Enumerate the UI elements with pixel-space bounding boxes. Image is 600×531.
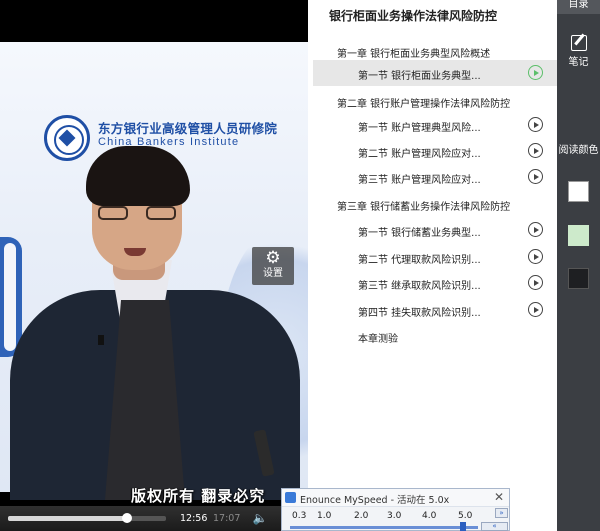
play-icon[interactable]: [528, 275, 543, 290]
speed-up-button[interactable]: »: [495, 508, 508, 518]
item-label: 第一节 账户管理典型风险...: [358, 123, 481, 134]
play-icon[interactable]: [528, 249, 543, 264]
item-label: 第三章 银行储蓄业务操作法律风险防控: [337, 202, 511, 213]
course-title: 银行柜面业务操作法律风险防控: [329, 9, 498, 23]
item-label: 本章测验: [358, 334, 398, 345]
play-icon[interactable]: [528, 169, 543, 184]
lapel-mic: [98, 335, 104, 345]
app-icon: [285, 492, 296, 503]
settings-button[interactable]: ⚙ 设置: [252, 247, 294, 285]
read-color-label: 阅读颜色: [558, 145, 599, 156]
speaker-glasses: [98, 206, 176, 220]
item-label: 第二节 代理取款风险识别...: [358, 255, 481, 266]
speed-slider[interactable]: [290, 526, 478, 529]
chapter-item[interactable]: 第三章 银行储蓄业务操作法律风险防控: [308, 191, 557, 217]
speaker-icon: 🔈: [252, 511, 268, 525]
chapter-item[interactable]: 第二章 银行账户管理操作法律风险防控: [308, 88, 557, 114]
speed-tick-label: 2.0: [354, 511, 369, 521]
item-label: 第一章 银行柜面业务典型风险概述: [337, 49, 491, 60]
speed-down-button[interactable]: «: [481, 522, 508, 531]
section-item[interactable]: 第二节 代理取款风险识别...: [308, 244, 557, 270]
section-item[interactable]: 第一节 银行储蓄业务典型...: [308, 217, 557, 243]
copyright-watermark: 版权所有 翻录必究: [131, 487, 266, 505]
edit-note-icon[interactable]: [571, 35, 587, 51]
speed-scale: 0.3 1.0 2.0 3.0 4.0 5.0: [282, 511, 482, 523]
speed-tick-label: 4.0: [422, 511, 437, 521]
color-swatch-green[interactable]: [568, 225, 589, 246]
speed-titlebar: Enounce MySpeed - 活动在 5.0x ✕: [282, 489, 509, 507]
item-label: 第一节 银行柜面业务典型...: [358, 71, 481, 82]
progress-handle[interactable]: [122, 513, 133, 523]
notes-button[interactable]: 笔记: [557, 53, 600, 68]
chapter-list: 银行柜面业务操作法律风险防控 第一章 银行柜面业务典型风险概述第一节 银行柜面业…: [308, 0, 557, 531]
speed-slider-thumb[interactable]: [460, 522, 466, 531]
speed-tick-label: 1.0: [317, 511, 332, 521]
section-item[interactable]: 第三节 继承取款风险识别...: [308, 270, 557, 296]
progress-bar[interactable]: [8, 513, 166, 523]
speed-tick-label: 5.0: [458, 511, 473, 521]
speed-tick-label: 0.3: [292, 511, 307, 521]
item-label: 第二章 银行账户管理操作法律风险防控: [337, 99, 511, 110]
play-icon[interactable]: [528, 65, 543, 80]
speed-title: Enounce MySpeed - 活动在 5.0x: [300, 495, 450, 506]
item-label: 第三节 继承取款风险识别...: [358, 281, 481, 292]
play-icon[interactable]: [528, 117, 543, 132]
institute-name-cn: 东方银行业高级管理人员研修院: [98, 121, 278, 136]
current-time: 12:56: [180, 513, 208, 524]
play-icon[interactable]: [528, 143, 543, 158]
item-label: 第四节 挂失取款风险识别...: [358, 308, 481, 319]
speaker: [0, 140, 308, 500]
video-player[interactable]: 东方银行业高级管理人员研修院 China Bankers Institute ⚙…: [0, 0, 308, 531]
section-item[interactable]: 本章测验: [308, 323, 557, 349]
close-button[interactable]: ✕: [494, 490, 504, 504]
color-swatch-black[interactable]: [568, 268, 589, 289]
speed-control-window: Enounce MySpeed - 活动在 5.0x ✕ 0.3 1.0 2.0 3.…: [281, 488, 510, 531]
section-item[interactable]: 第四节 挂失取款风险识别...: [308, 297, 557, 323]
gear-icon: ⚙: [265, 248, 281, 268]
progress-fill: [8, 516, 128, 521]
volume-button[interactable]: 🔈: [248, 511, 272, 527]
item-label: 第一节 银行储蓄业务典型...: [358, 228, 481, 239]
section-item[interactable]: 第二节 账户管理风险应对...: [308, 138, 557, 164]
settings-label: 设置: [263, 268, 283, 279]
speaker-hair: [86, 146, 190, 206]
item-label: 第二节 账户管理风险应对...: [358, 149, 481, 160]
play-icon[interactable]: [528, 302, 543, 317]
play-icon[interactable]: [528, 222, 543, 237]
color-swatch-white[interactable]: [568, 181, 589, 202]
item-label: 第三节 账户管理风险应对...: [358, 175, 481, 186]
tab-toc[interactable]: 目录: [557, 0, 600, 14]
section-item[interactable]: 第一节 银行柜面业务典型...: [313, 60, 557, 86]
total-time: 17:07: [213, 513, 241, 524]
player-controls: 12:56 17:07 🔈: [0, 506, 308, 531]
section-item[interactable]: 第一节 账户管理典型风险...: [308, 112, 557, 138]
speed-tick-label: 3.0: [387, 511, 402, 521]
right-sidebar: 目录 笔记 阅读颜色: [557, 0, 600, 531]
section-item[interactable]: 第三节 账户管理风险应对...: [308, 164, 557, 190]
